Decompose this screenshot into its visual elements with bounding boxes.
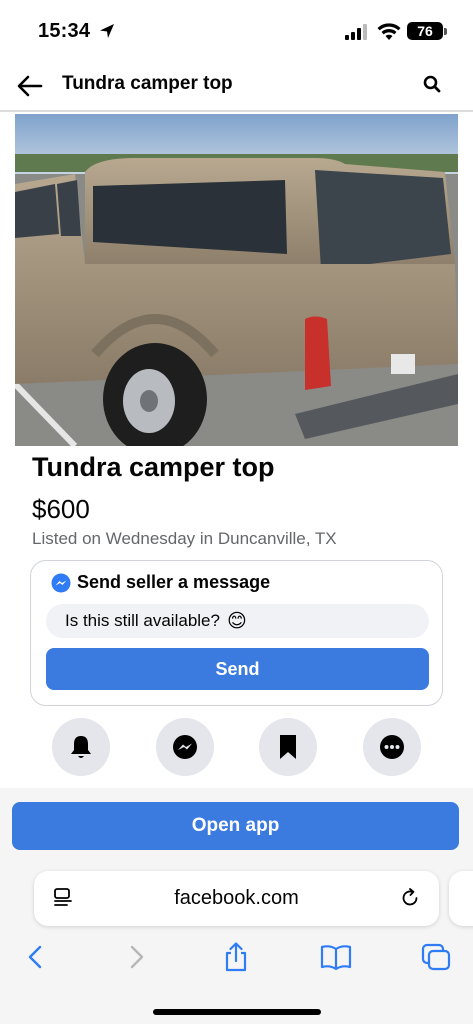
url-text: facebook.com	[174, 887, 299, 909]
listing-price: $600	[32, 494, 90, 524]
bookmark-icon	[280, 735, 296, 759]
message-action[interactable]	[150, 718, 220, 776]
message-input[interactable]: Is this still available? 😊	[46, 604, 429, 638]
next-tab-preview[interactable]	[449, 871, 473, 926]
messenger-icon	[51, 573, 71, 592]
home-indicator	[153, 1009, 321, 1015]
save-button[interactable]	[259, 718, 317, 776]
action-row	[0, 718, 473, 788]
smile-emoji: 😊	[226, 610, 247, 632]
more-icon	[380, 735, 404, 759]
bell-icon	[71, 736, 91, 758]
wifi-icon	[377, 23, 401, 40]
share-button[interactable]	[220, 941, 252, 973]
message-card-title: Send seller a message	[77, 572, 271, 592]
browser-back-button[interactable]	[19, 941, 51, 973]
save-action[interactable]	[253, 718, 323, 776]
more-action[interactable]	[357, 718, 427, 776]
message-input-text: Is this still available?	[65, 611, 220, 630]
back-button[interactable]	[14, 70, 46, 102]
listing-meta: Listed on Wednesday in Duncanville, TX	[32, 529, 337, 548]
chevron-right-icon	[130, 945, 144, 969]
send-button[interactable]: Send	[46, 648, 429, 690]
location-arrow-icon	[100, 24, 114, 38]
status-bar: 15:34 76	[0, 0, 473, 62]
listing-title: Tundra camper top	[32, 452, 275, 482]
share-icon	[225, 942, 247, 972]
chevron-left-icon	[28, 945, 42, 969]
listing-photo[interactable]	[15, 114, 458, 446]
browser-toolbar	[0, 935, 473, 979]
page-title: Tundra camper top	[62, 73, 233, 94]
message-card-header: Send seller a message	[51, 572, 270, 593]
address-bar[interactable]: facebook.com	[34, 871, 439, 926]
more-button[interactable]	[363, 718, 421, 776]
tabs-button[interactable]	[420, 941, 452, 973]
status-time: 15:34	[38, 20, 91, 42]
book-icon	[320, 945, 352, 970]
alert-button[interactable]	[52, 718, 110, 776]
battery-indicator: 76	[407, 22, 443, 40]
bookmarks-button[interactable]	[320, 941, 352, 973]
alert-action[interactable]	[46, 718, 116, 776]
message-button[interactable]	[156, 718, 214, 776]
battery-tip	[444, 28, 447, 35]
reload-icon[interactable]	[399, 887, 421, 909]
truck-photo-illustration	[15, 114, 458, 446]
back-arrow-icon	[17, 75, 43, 97]
app-header: Tundra camper top	[0, 62, 473, 112]
browser-forward-button[interactable]	[121, 941, 153, 973]
search-icon	[423, 75, 441, 93]
search-button[interactable]	[418, 70, 446, 98]
open-app-button[interactable]: Open app	[12, 802, 459, 850]
messenger-icon	[173, 735, 197, 759]
cellular-signal-icon	[345, 24, 367, 40]
tabs-icon	[421, 943, 451, 971]
message-seller-card: Send seller a message Is this still avai…	[30, 560, 443, 706]
